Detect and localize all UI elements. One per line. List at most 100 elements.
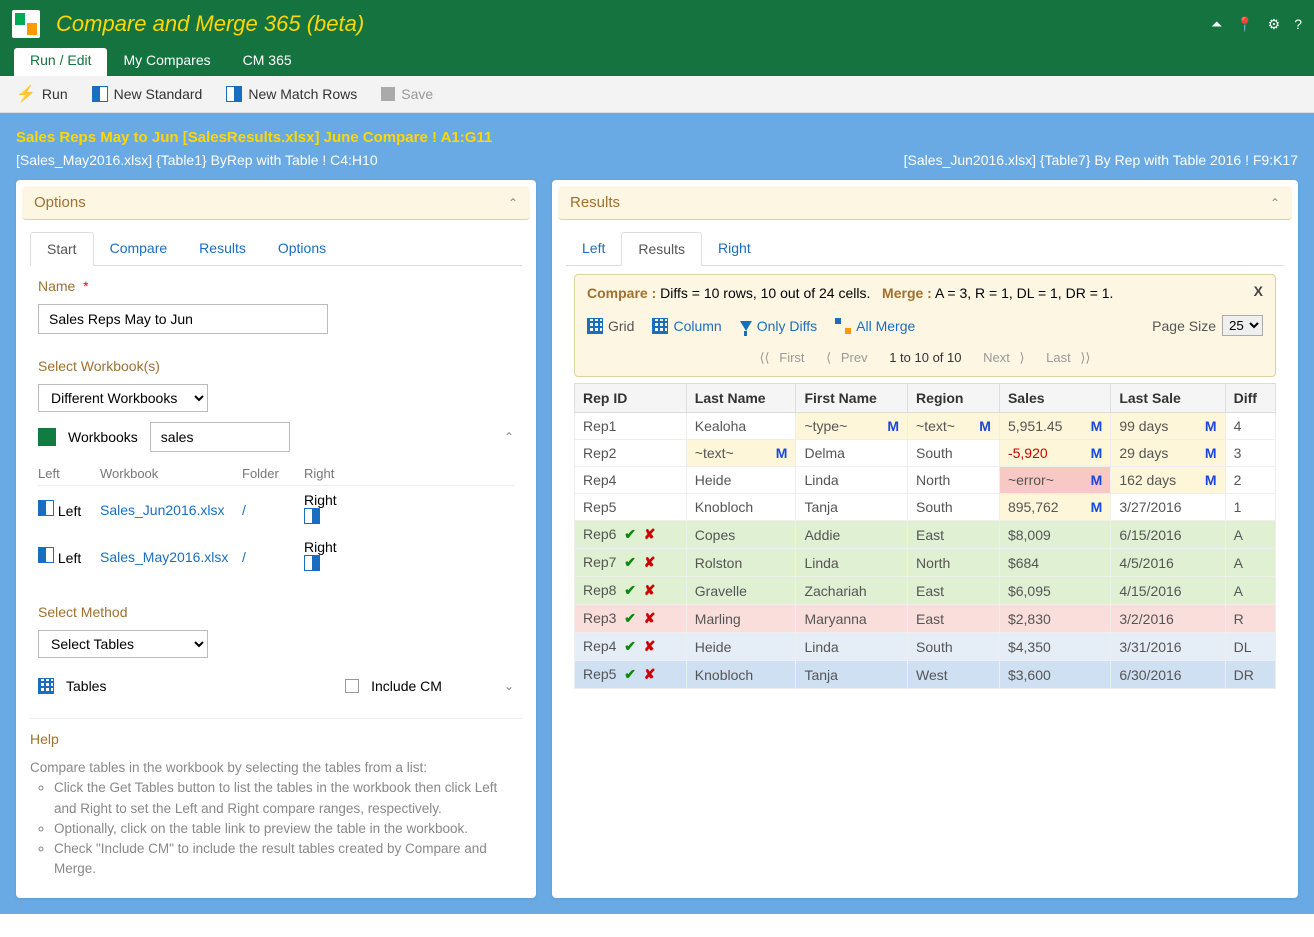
collapse-results-icon[interactable]: ⌃ xyxy=(1270,196,1280,210)
table-cell: $8,009 xyxy=(999,521,1110,549)
table-row[interactable]: Rep4HeideLindaNorth~error~ M162 days M2 xyxy=(575,467,1276,494)
view-grid-button[interactable]: Grid xyxy=(587,318,634,334)
wb-folder-link[interactable]: / xyxy=(242,549,302,565)
compare-title: Sales Reps May to Jun [SalesResults.xlsx… xyxy=(16,129,1298,146)
subtab-results[interactable]: Results xyxy=(183,232,262,265)
table-cell: 5,951.45 M xyxy=(999,413,1110,440)
table-cell: Knobloch xyxy=(686,661,796,689)
check-icon[interactable]: ✔ xyxy=(624,666,636,682)
results-panel: Results ⌃ Left Results Right X Compare :… xyxy=(552,180,1298,898)
table-row[interactable]: Rep8 ✔ ✘GravelleZachariahEast$6,0954/15/… xyxy=(575,577,1276,605)
column-header[interactable]: Last Sale xyxy=(1111,384,1225,413)
x-icon[interactable]: ✘ xyxy=(644,610,656,626)
wb-left-cell[interactable]: Left xyxy=(38,500,98,519)
table-cell: 4 xyxy=(1225,413,1275,440)
x-icon[interactable]: ✘ xyxy=(644,666,656,682)
content-area: Sales Reps May to Jun [SalesResults.xlsx… xyxy=(0,113,1314,914)
table-cell: Zachariah xyxy=(796,577,908,605)
new-standard-button[interactable]: New Standard xyxy=(92,86,203,102)
close-summary-button[interactable]: X xyxy=(1254,283,1263,299)
check-icon[interactable]: ✔ xyxy=(624,526,636,542)
method-select[interactable]: Select Tables xyxy=(38,630,208,658)
main-tabs: Run / Edit My Compares CM 365 xyxy=(0,48,1314,76)
pager-prev[interactable]: ⟨ Prev xyxy=(826,350,873,365)
tab-my-compares[interactable]: My Compares xyxy=(107,48,226,76)
table-row[interactable]: Rep5KnoblochTanjaSouth895,762 M3/27/2016… xyxy=(575,494,1276,521)
table-cell: DL xyxy=(1225,633,1275,661)
x-icon[interactable]: ✘ xyxy=(644,638,656,654)
subtab-results-data[interactable]: Results xyxy=(621,232,702,266)
wb-name-link[interactable]: Sales_Jun2016.xlsx xyxy=(100,502,240,518)
pin-icon[interactable]: 📍 xyxy=(1236,16,1253,33)
table-row[interactable]: Rep4 ✔ ✘HeideLindaSouth$4,3503/31/2016DL xyxy=(575,633,1276,661)
table-row[interactable]: Rep7 ✔ ✘RolstonLindaNorth$6844/5/2016A xyxy=(575,549,1276,577)
tab-run-edit[interactable]: Run / Edit xyxy=(14,48,107,76)
wb-right-cell[interactable]: Right xyxy=(304,539,354,574)
column-header[interactable]: First Name xyxy=(796,384,908,413)
all-merge-button[interactable]: All Merge xyxy=(835,318,915,334)
subtab-options[interactable]: Options xyxy=(262,232,342,265)
page-size-select[interactable]: 25 xyxy=(1222,315,1263,336)
subtab-compare[interactable]: Compare xyxy=(94,232,184,265)
x-icon[interactable]: ✘ xyxy=(644,554,656,570)
pager-next[interactable]: Next ⟩ xyxy=(977,350,1024,365)
wb-right-cell[interactable]: Right xyxy=(304,492,354,527)
x-icon[interactable]: ✘ xyxy=(644,526,656,542)
wb-name-link[interactable]: Sales_May2016.xlsx xyxy=(100,549,240,565)
workbooks-filter-input[interactable] xyxy=(150,422,290,452)
table-row[interactable]: Rep1Kealoha~type~ M~text~ M5,951.45 M99 … xyxy=(575,413,1276,440)
save-icon xyxy=(381,87,395,101)
check-icon[interactable]: ✔ xyxy=(624,554,636,570)
pager-last[interactable]: Last ⟩⟩ xyxy=(1040,350,1090,365)
column-header[interactable]: Region xyxy=(908,384,1000,413)
table-cell: DR xyxy=(1225,661,1275,689)
gear-icon[interactable]: ⚙ xyxy=(1268,16,1281,33)
toolbar: ⚡Run New Standard New Match Rows Save xyxy=(0,76,1314,113)
table-row[interactable]: Rep2~text~ MDelmaSouth-5,920 M29 days M3 xyxy=(575,440,1276,467)
help-icon[interactable]: ? xyxy=(1294,16,1302,32)
repid-cell: Rep3 ✔ ✘ xyxy=(575,605,687,633)
column-header[interactable]: Sales xyxy=(999,384,1110,413)
check-icon[interactable]: ✔ xyxy=(624,638,636,654)
new-standard-icon xyxy=(92,86,108,102)
repid-cell: Rep5 xyxy=(575,494,687,521)
workbook-mode-select[interactable]: Different Workbooks xyxy=(38,384,208,412)
repid-cell: Rep2 xyxy=(575,440,687,467)
column-header[interactable]: Diff xyxy=(1225,384,1275,413)
subtab-left[interactable]: Left xyxy=(566,232,621,265)
header-actions: ⏶ 📍 ⚙ ? xyxy=(1211,16,1302,33)
table-cell: 3 xyxy=(1225,440,1275,467)
pager-first[interactable]: ⟨⟨ First xyxy=(759,350,810,365)
new-match-rows-button[interactable]: New Match Rows xyxy=(226,86,357,102)
collapse-options-icon[interactable]: ⌃ xyxy=(508,196,518,210)
subtab-start[interactable]: Start xyxy=(30,232,94,266)
compare-name-input[interactable] xyxy=(38,304,328,334)
app-title: Compare and Merge 365 (beta) xyxy=(56,11,364,37)
repid-cell: Rep7 ✔ ✘ xyxy=(575,549,687,577)
check-icon[interactable]: ✔ xyxy=(624,582,636,598)
column-header[interactable]: Rep ID xyxy=(575,384,687,413)
view-column-button[interactable]: Column xyxy=(652,318,721,334)
tab-cm365[interactable]: CM 365 xyxy=(227,48,308,76)
include-cm-checkbox[interactable] xyxy=(345,679,359,693)
column-header[interactable]: Last Name xyxy=(686,384,796,413)
table-cell: Knobloch xyxy=(686,494,796,521)
only-diffs-button[interactable]: Only Diffs xyxy=(740,318,817,334)
table-row[interactable]: Rep6 ✔ ✘CopesAddieEast$8,0096/15/2016A xyxy=(575,521,1276,549)
table-row[interactable]: Rep5 ✔ ✘KnoblochTanjaWest$3,6006/30/2016… xyxy=(575,661,1276,689)
collapse-icon[interactable]: ⏶ xyxy=(1211,16,1222,33)
wb-header-folder: Folder xyxy=(242,466,302,481)
left-source: [Sales_May2016.xlsx] {Table1} ByRep with… xyxy=(16,152,378,168)
table-cell: Delma xyxy=(796,440,908,467)
x-icon[interactable]: ✘ xyxy=(644,582,656,598)
collapse-workbooks-icon[interactable]: ⌃ xyxy=(504,430,514,444)
subtab-right[interactable]: Right xyxy=(702,232,767,265)
run-button[interactable]: ⚡Run xyxy=(16,84,68,104)
wb-folder-link[interactable]: / xyxy=(242,502,302,518)
table-cell: Heide xyxy=(686,633,796,661)
check-icon[interactable]: ✔ xyxy=(624,610,636,626)
table-row[interactable]: Rep3 ✔ ✘MarlingMaryannaEast$2,8303/2/201… xyxy=(575,605,1276,633)
table-cell: 29 days M xyxy=(1111,440,1225,467)
wb-left-cell[interactable]: Left xyxy=(38,547,98,566)
expand-tables-icon[interactable]: ⌄ xyxy=(504,679,514,693)
